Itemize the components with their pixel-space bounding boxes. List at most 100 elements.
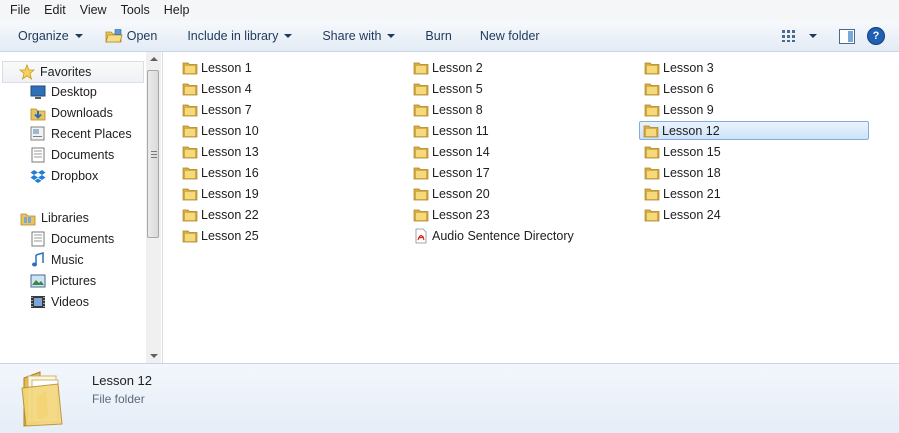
open-label: Open xyxy=(126,29,158,43)
file-item[interactable]: Lesson 11 xyxy=(410,121,489,140)
folder-icon xyxy=(643,125,659,137)
open-button[interactable]: Open xyxy=(97,24,166,48)
help-icon: ? xyxy=(867,27,885,45)
file-item-label: Lesson 19 xyxy=(201,186,259,201)
nav-documents[interactable]: Documents xyxy=(30,145,114,165)
folder-icon xyxy=(644,62,660,74)
menu-edit[interactable]: Edit xyxy=(37,0,73,21)
file-item[interactable]: Lesson 6 xyxy=(641,79,714,98)
file-item[interactable]: Lesson 22 xyxy=(179,205,259,224)
menu-view[interactable]: View xyxy=(73,0,114,21)
dropbox-icon xyxy=(30,170,46,183)
file-item[interactable]: Lesson 20 xyxy=(410,184,490,203)
file-item-label: Lesson 16 xyxy=(201,165,259,180)
nav-recent-places[interactable]: Recent Places xyxy=(30,124,132,144)
file-item[interactable]: Lesson 17 xyxy=(410,163,490,182)
folder-icon xyxy=(644,209,660,221)
details-pane: Lesson 12 File folder xyxy=(0,363,899,433)
music-icon xyxy=(32,252,44,267)
grip-icon xyxy=(151,151,157,158)
include-in-library-button[interactable]: Include in library xyxy=(179,24,300,48)
organize-button[interactable]: Organize xyxy=(10,24,91,48)
command-bar: Organize Open Include in library Share w… xyxy=(0,21,899,52)
folder-icon xyxy=(182,188,198,200)
file-item-label: Lesson 10 xyxy=(201,123,259,138)
share-with-button[interactable]: Share with xyxy=(314,24,403,48)
downloads-icon xyxy=(30,108,46,121)
nav-downloads-label: Downloads xyxy=(51,106,113,120)
nav-favorites[interactable]: Favorites xyxy=(2,61,144,83)
chevron-down-icon[interactable] xyxy=(809,34,817,38)
chevron-down-icon xyxy=(74,34,83,38)
nav-downloads[interactable]: Downloads xyxy=(30,103,113,123)
file-item[interactable]: Lesson 5 xyxy=(410,79,483,98)
pdf-icon xyxy=(415,228,427,243)
file-item[interactable]: Lesson 15 xyxy=(641,142,721,161)
file-item-label: Audio Sentence Directory xyxy=(432,228,574,243)
file-item[interactable]: Lesson 1 xyxy=(179,58,252,77)
nav-music[interactable]: Music xyxy=(30,250,84,270)
folder-icon xyxy=(413,83,429,95)
open-icon xyxy=(105,29,123,43)
file-item-label: Lesson 5 xyxy=(432,81,483,96)
file-item-selected[interactable]: Lesson 12 xyxy=(639,121,869,140)
burn-button[interactable]: Burn xyxy=(417,24,459,48)
file-item[interactable]: Lesson 9 xyxy=(641,100,714,119)
scroll-thumb[interactable] xyxy=(147,70,159,238)
file-item[interactable]: Lesson 23 xyxy=(410,205,490,224)
file-item[interactable]: Lesson 2 xyxy=(410,58,483,77)
file-item[interactable]: Lesson 8 xyxy=(410,100,483,119)
preview-pane-button[interactable] xyxy=(839,28,855,44)
file-item[interactable]: Lesson 3 xyxy=(641,58,714,77)
file-item[interactable]: Lesson 10 xyxy=(179,121,259,140)
file-item-label: Lesson 24 xyxy=(663,207,721,222)
organize-label: Organize xyxy=(18,29,69,43)
nav-recent-places-label: Recent Places xyxy=(51,127,132,141)
file-item[interactable]: Lesson 14 xyxy=(410,142,490,161)
nav-desktop[interactable]: Desktop xyxy=(30,82,97,102)
file-list: Lesson 1 Lesson 2 Lesson 3 Lesson 4 Lesson 5… xyxy=(163,52,899,363)
menu-tools[interactable]: Tools xyxy=(114,0,157,21)
file-item[interactable]: Lesson 19 xyxy=(179,184,259,203)
file-item-label: Lesson 9 xyxy=(663,102,714,117)
file-item[interactable]: Lesson 24 xyxy=(641,205,721,224)
file-item[interactable]: Lesson 18 xyxy=(641,163,721,182)
scroll-down-icon[interactable] xyxy=(150,354,158,358)
nav-videos-label: Videos xyxy=(51,295,89,309)
details-name: Lesson 12 xyxy=(92,373,152,388)
nav-lib-documents[interactable]: Documents xyxy=(30,229,114,249)
nav-music-label: Music xyxy=(51,253,84,267)
menu-file[interactable]: File xyxy=(0,0,37,21)
videos-icon xyxy=(31,296,45,308)
burn-label: Burn xyxy=(425,29,452,43)
include-label: Include in library xyxy=(187,29,279,43)
file-item[interactable]: Lesson 4 xyxy=(179,79,252,98)
nav-scrollbar[interactable] xyxy=(146,52,161,363)
file-item[interactable]: Audio Sentence Directory xyxy=(410,226,574,245)
file-item-label: Lesson 25 xyxy=(201,228,259,243)
help-button[interactable]: ? xyxy=(867,27,885,45)
nav-libraries[interactable]: Libraries xyxy=(20,208,89,228)
file-item[interactable]: Lesson 16 xyxy=(179,163,259,182)
scroll-up-icon[interactable] xyxy=(150,57,158,61)
new-folder-button[interactable]: New folder xyxy=(472,24,548,48)
documents-icon xyxy=(31,147,45,163)
nav-videos[interactable]: Videos xyxy=(30,292,89,312)
view-grid-icon xyxy=(782,30,795,42)
change-view-button[interactable] xyxy=(781,29,817,43)
chevron-down-icon xyxy=(284,34,293,38)
chevron-down-icon xyxy=(387,34,396,38)
share-label: Share with xyxy=(322,29,382,43)
file-item[interactable]: Lesson 21 xyxy=(641,184,721,203)
file-item-label: Lesson 6 xyxy=(663,81,714,96)
nav-dropbox[interactable]: Dropbox xyxy=(30,166,98,186)
file-item-label: Lesson 23 xyxy=(432,207,490,222)
file-item[interactable]: Lesson 13 xyxy=(179,142,259,161)
menu-help[interactable]: Help xyxy=(157,0,197,21)
nav-pictures[interactable]: Pictures xyxy=(30,271,96,291)
nav-lib-documents-label: Documents xyxy=(51,232,115,246)
file-item-label: Lesson 13 xyxy=(201,144,259,159)
libraries-label: Libraries xyxy=(41,211,89,225)
file-item[interactable]: Lesson 25 xyxy=(179,226,259,245)
file-item[interactable]: Lesson 7 xyxy=(179,100,252,119)
